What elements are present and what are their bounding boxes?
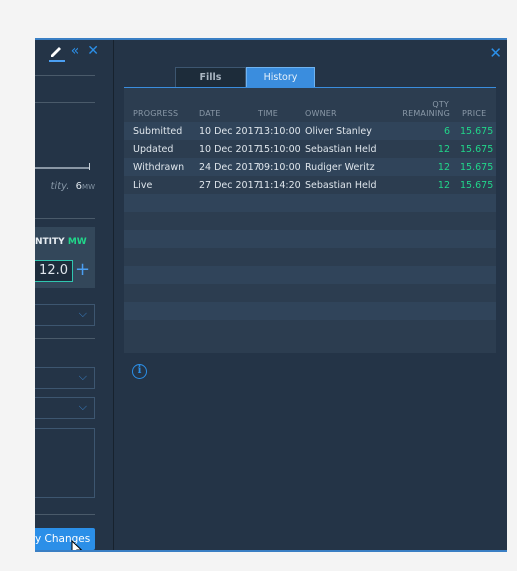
cell-owner: Oliver Stanley	[305, 126, 372, 137]
info-icon[interactable]: i	[132, 364, 147, 379]
pencil-icon[interactable]	[48, 44, 65, 62]
cell-date: 10 Dec 2017	[199, 126, 260, 137]
cell-progress: Live	[133, 180, 153, 191]
cursor-icon	[71, 540, 83, 550]
cell-qty: 12	[437, 144, 450, 155]
cell-time: 15:10:00	[258, 144, 301, 155]
empty-row	[124, 248, 496, 266]
cell-date: 24 Dec 2017	[199, 162, 260, 173]
cell-qty: 12	[437, 180, 450, 191]
column-header-time[interactable]: TIME	[258, 109, 278, 118]
cell-qty: 12	[437, 162, 450, 173]
close-icon[interactable]: ✕	[489, 44, 502, 62]
quantity-label-text: NTITY	[35, 237, 65, 247]
table-row[interactable]: Updated 10 Dec 2017 15:10:00 Sebastian H…	[124, 140, 496, 158]
column-header-remaining[interactable]: REMAINING	[400, 109, 450, 118]
apply-changes-button[interactable]: y Changes	[35, 528, 95, 550]
empty-row	[124, 194, 496, 212]
chevron-down-icon: ⌵	[78, 370, 87, 383]
cell-owner: Sebastian Held	[305, 180, 377, 191]
column-header-qty[interactable]: QTY	[429, 100, 449, 109]
empty-row	[124, 266, 496, 284]
close-icon[interactable]: ✕	[87, 44, 99, 58]
column-header-price[interactable]: PRICE	[462, 109, 486, 118]
quantity-hint-unit: MW	[82, 183, 95, 191]
empty-row	[124, 230, 496, 248]
order-history-panel: ✕ Fills Done History PROGRESS DATE TIME …	[115, 40, 507, 550]
tab-bar: Fills Done History	[175, 67, 315, 103]
tab-fills-done[interactable]: Fills Done	[175, 67, 246, 103]
cell-price: 15.675	[460, 162, 494, 173]
cell-time: 13:10:00	[258, 126, 301, 137]
cell-qty: 6	[443, 126, 450, 137]
chevron-down-icon: ⌵	[78, 307, 87, 320]
cell-owner: Rudiger Weritz	[305, 162, 375, 173]
cell-time: 11:14:20	[258, 180, 301, 191]
cell-date: 10 Dec 2017	[199, 144, 260, 155]
chevron-down-icon: ⌵	[78, 400, 87, 413]
cell-price: 15.675	[460, 144, 494, 155]
cell-price: 15.675	[460, 180, 494, 191]
empty-row	[124, 284, 496, 302]
empty-row	[124, 320, 496, 353]
divider	[35, 102, 95, 103]
quantity-hint-label: tity.	[50, 181, 70, 192]
pencil-active-underline	[48, 60, 65, 62]
table-header: PROGRESS DATE TIME OWNER QTY REMAINING P…	[124, 88, 496, 122]
dropdown-select[interactable]: ⌵	[35, 304, 95, 326]
quantity-hint: tity. 6MW	[35, 181, 95, 192]
table-row[interactable]: Submitted 10 Dec 2017 13:10:00 Oliver St…	[124, 122, 496, 140]
dropdown-select[interactable]: ⌵	[35, 397, 95, 419]
cell-progress: Updated	[133, 144, 174, 155]
empty-row	[124, 302, 496, 320]
history-table: PROGRESS DATE TIME OWNER QTY REMAINING P…	[124, 88, 496, 353]
order-ticket-panel: « ✕ tity. 6MW NTITY MW 12.0 + ⌵ ⌵ ⌵ y Ch…	[35, 40, 114, 550]
cell-price: 15.675	[460, 126, 494, 137]
divider	[35, 338, 95, 339]
empty-row	[124, 212, 496, 230]
divider	[35, 218, 95, 219]
tab-history[interactable]: History	[246, 67, 315, 87]
left-panel-toolbar: « ✕	[48, 44, 99, 62]
divider	[35, 75, 95, 76]
table-row[interactable]: Live 27 Dec 2017 11:14:20 Sebastian Held…	[124, 176, 496, 194]
cell-date: 27 Dec 2017	[199, 180, 260, 191]
quantity-unit: MW	[67, 237, 87, 247]
cell-owner: Sebastian Held	[305, 144, 377, 155]
column-header-date[interactable]: DATE	[199, 109, 221, 118]
column-header-progress[interactable]: PROGRESS	[133, 109, 178, 118]
quantity-label: NTITY MW	[35, 237, 87, 247]
table-row[interactable]: Withdrawn 24 Dec 2017 09:10:00 Rudiger W…	[124, 158, 496, 176]
double-chevron-left-icon[interactable]: «	[71, 44, 80, 58]
plus-icon[interactable]: +	[75, 259, 90, 281]
quantity-slider-track[interactable]	[35, 167, 90, 169]
quantity-slider-tick	[89, 163, 90, 170]
dropdown-select[interactable]: ⌵	[35, 367, 95, 389]
cell-progress: Withdrawn	[133, 162, 185, 173]
comment-textarea[interactable]	[35, 428, 95, 498]
quantity-section: NTITY MW 12.0 +	[35, 227, 95, 288]
divider	[35, 514, 95, 515]
cell-progress: Submitted	[133, 126, 183, 137]
quantity-input[interactable]: 12.0	[35, 260, 73, 282]
cell-time: 09:10:00	[258, 162, 301, 173]
column-header-owner[interactable]: OWNER	[305, 109, 337, 118]
